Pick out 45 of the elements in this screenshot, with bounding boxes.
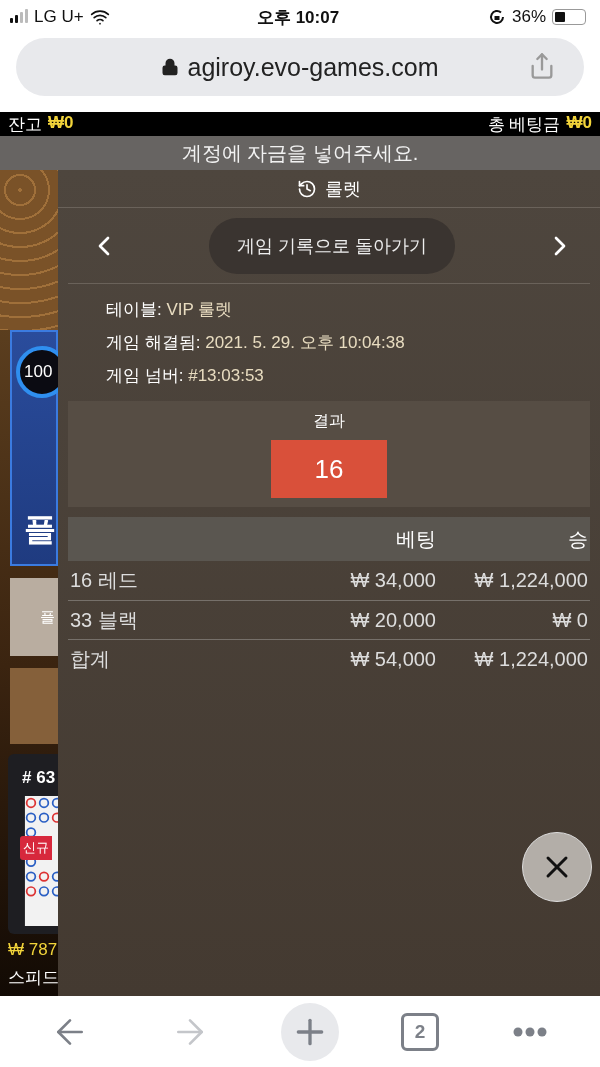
wifi-icon xyxy=(89,7,110,27)
bet-tile: 플 xyxy=(10,578,58,656)
battery-percent: 36% xyxy=(512,7,546,27)
detail-line: 게임 해결됨: 2021. 5. 29. 오후 10:04:38 xyxy=(106,332,406,354)
back-to-history-button[interactable]: 게임 기록으로 돌아가기 xyxy=(209,217,455,274)
carrier-name: LG U+ xyxy=(34,7,84,27)
new-badge: 신규 xyxy=(20,836,52,860)
jackpot-amount: ₩ 787 xyxy=(7,940,58,960)
detail-line: 게임 넘버: #13:03:53 xyxy=(106,365,265,387)
table-cell-text: ₩ 0 xyxy=(551,608,588,632)
detail-line: 테이블: VIP 룰렛 xyxy=(106,299,234,321)
tab-count-button[interactable]: 2 xyxy=(401,1012,439,1051)
balance-label: 잔고 xyxy=(8,113,42,136)
battery-icon xyxy=(552,9,586,25)
table-cell-text: 합계 xyxy=(70,646,111,672)
table-cell-text: ₩ 54,000 xyxy=(349,647,436,671)
game-card[interactable]: 100 플 xyxy=(10,330,58,566)
signal-icon xyxy=(10,11,28,23)
percent-badge: 100 xyxy=(16,346,58,398)
table-cell-text: ₩ 1,224,000 xyxy=(473,569,588,592)
result-label: 결과 xyxy=(313,411,345,431)
result-number: 16 xyxy=(271,440,387,498)
total-bet-label: 총 베팅금 xyxy=(487,113,561,136)
column-header: 승 xyxy=(567,526,588,552)
table-cell-text: ₩ 20,000 xyxy=(349,608,436,632)
lock-icon xyxy=(161,58,180,76)
panel-title: 룰렛 xyxy=(325,177,361,201)
address-bar[interactable]: agiroy.evo-games.com xyxy=(16,38,584,96)
history-icon xyxy=(297,178,317,199)
rotation-lock-icon xyxy=(488,8,506,26)
clock: 오후 10:07 xyxy=(256,6,340,29)
balance-amount: ₩0 xyxy=(48,112,74,134)
notice-banner: 계정에 자금을 넣어주세요. xyxy=(0,136,600,170)
card-title: 플 xyxy=(23,510,56,549)
table-cell-text: ₩ 1,224,000 xyxy=(473,647,588,671)
game-name: 스피드 xyxy=(7,967,58,989)
total-bet-amount: ₩0 xyxy=(566,112,592,134)
table-cell-text: 16 레드 xyxy=(70,568,139,593)
game-card[interactable]: # 63 신규 xyxy=(8,754,58,934)
game-number: # 63 xyxy=(22,768,57,788)
url-text: agiroy.evo-games.com xyxy=(187,52,439,82)
more-icon xyxy=(513,1026,547,1037)
table-cell-text: ₩ 34,000 xyxy=(349,569,436,592)
table-cell-text: 33 블랙 xyxy=(70,607,139,633)
column-header: 베팅 xyxy=(395,526,436,552)
